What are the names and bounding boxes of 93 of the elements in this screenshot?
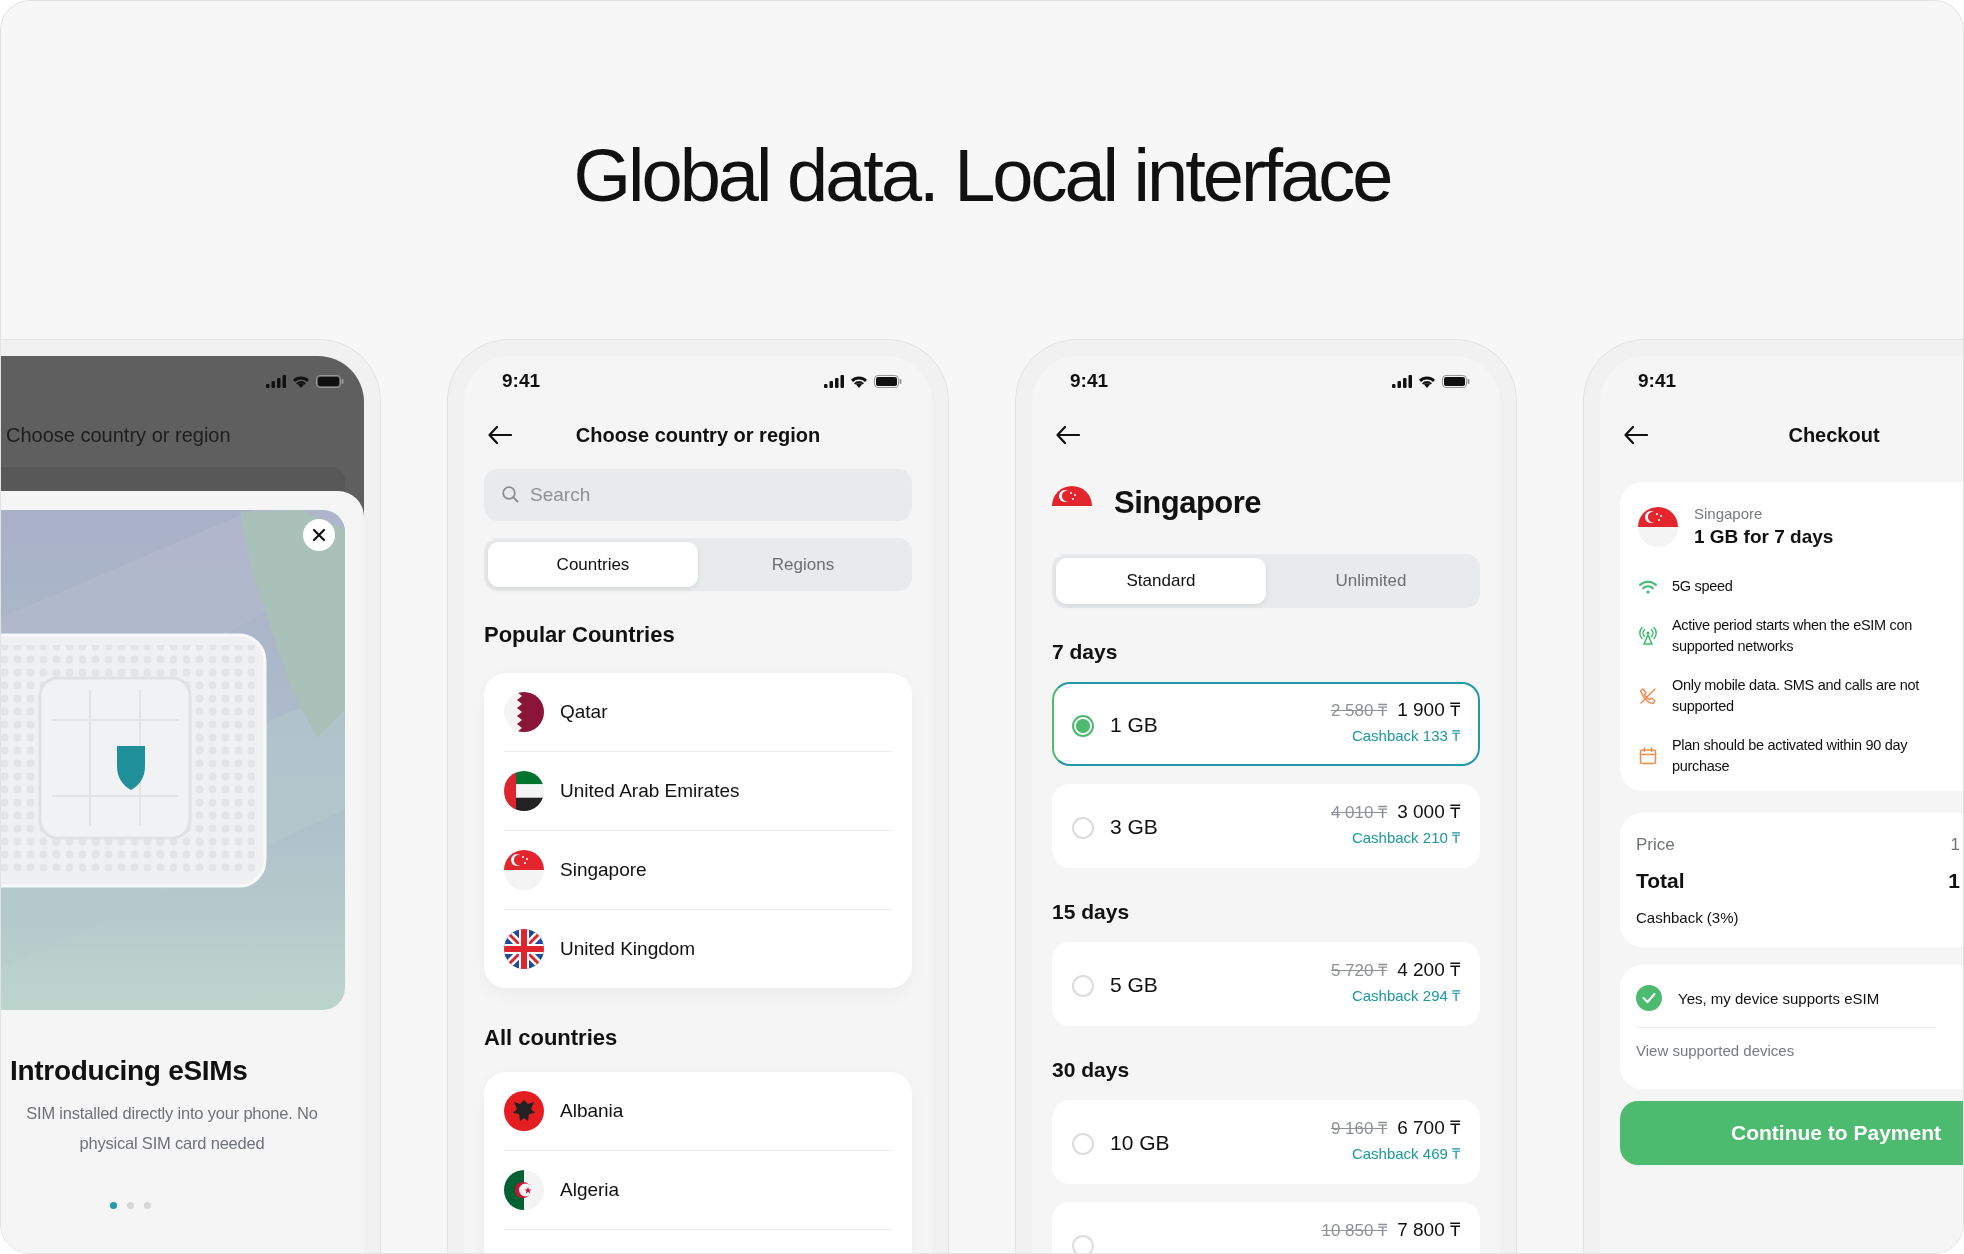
page-dot[interactable]	[143, 1202, 151, 1209]
country-item[interactable]: Singapore	[504, 831, 892, 910]
price: 1 900 ₸	[1397, 698, 1460, 722]
country-item[interactable]: United Kingdom	[504, 910, 892, 988]
cashback-label: Cashback (3%)	[1636, 908, 1740, 928]
feature-text: Only mobile data. SMS and calls are not supported	[1672, 676, 1919, 716]
section-heading: 15 days	[1052, 899, 1131, 925]
flag-icon	[504, 1091, 544, 1131]
signal-icon	[266, 374, 286, 388]
crossed-phone-icon	[1638, 687, 1658, 705]
flag-icon	[1052, 486, 1092, 506]
page-dot[interactable]	[126, 1202, 134, 1209]
feature-text: Active period starts when the eSIM con supported networks	[1672, 616, 1913, 656]
total-value: 1	[1948, 868, 1960, 894]
sheet-description: SIM installed directly into your phone. No physical SIM card needed	[25, 1103, 319, 1154]
plan-data: 5 GB	[1110, 973, 1158, 997]
flag-icon	[1638, 507, 1678, 547]
wifi-icon	[1418, 374, 1436, 388]
feature-text: 5G speed	[1672, 577, 1733, 596]
country-name: Singapore	[1694, 504, 1764, 524]
confirm-label: Yes, my device supports eSIM	[1678, 989, 1880, 1007]
headline: Global data. Local interface	[572, 133, 1392, 219]
flag-icon	[504, 1170, 544, 1210]
wifi-icon	[850, 374, 868, 388]
flag-icon	[504, 692, 544, 732]
cashback-text: Cashback 469 ₸	[1351, 1144, 1460, 1164]
screen-title: Choose country or region	[575, 423, 821, 447]
country-title: Singapore	[1114, 485, 1262, 521]
back-arrow-icon[interactable]	[1624, 426, 1648, 444]
plan-option[interactable]: 5 GB 5 720 ₸ 4 200 ₸ Cashback 294 ₸	[1052, 942, 1480, 1026]
price-label: Price	[1636, 834, 1675, 856]
price: 4 200 ₸	[1397, 958, 1460, 982]
screen-title: Checkout	[1788, 423, 1880, 447]
section-heading: 30 days	[1052, 1057, 1131, 1083]
plan-option[interactable]: 3 GB 4 010 ₸ 3 000 ₸ Cashback 210 ₸	[1052, 784, 1480, 868]
section-heading: 7 days	[1052, 639, 1119, 665]
country-item[interactable]: United Arab Emirates	[504, 752, 892, 831]
flag-icon	[504, 850, 544, 890]
price: 3 000 ₸	[1397, 800, 1460, 824]
status-time: 9:41	[1070, 370, 1109, 392]
page-dot[interactable]	[109, 1202, 117, 1209]
sheet-title: Introducing eSIMs	[9, 1054, 249, 1088]
cashback-text: Cashback 210 ₸	[1351, 828, 1460, 848]
section-heading: Popular Countries	[484, 621, 676, 649]
plan-data: 3 GB	[1110, 815, 1158, 839]
status-time: 9:41	[502, 370, 541, 392]
search-icon	[502, 486, 519, 503]
antenna-icon	[1638, 626, 1658, 646]
price-value: 1	[1950, 834, 1960, 856]
segment-tab[interactable]: Standard	[1056, 558, 1266, 604]
segment-tab[interactable]: Regions	[698, 542, 908, 587]
cashback-text: Cashback 133 ₸	[1351, 726, 1460, 746]
wifi-icon	[292, 374, 310, 388]
flag-icon	[504, 771, 544, 811]
plan-data: 10 GB	[1110, 1131, 1170, 1155]
close-icon	[312, 528, 326, 542]
country-item[interactable]: Albania	[504, 1072, 892, 1151]
cashback-text: Cashback 294 ₸	[1351, 986, 1460, 1006]
country-item[interactable]: Algeria	[504, 1151, 892, 1230]
battery-icon	[874, 374, 902, 388]
plan-option[interactable]: 10 GB 9 160 ₸ 6 700 ₸ Cashback 469 ₸	[1052, 1100, 1480, 1184]
section-heading: All countries	[484, 1024, 619, 1052]
status-time: 9:41	[1638, 370, 1677, 392]
price: 6 700 ₸	[1397, 1116, 1460, 1140]
feature-text: Plan should be activated within 90 day purchase	[1672, 736, 1908, 776]
wifi-icon	[1638, 579, 1658, 594]
price: 7 800 ₸	[1397, 1218, 1460, 1242]
plan-data: 1 GB	[1110, 713, 1158, 737]
old-price: 4 010 ₸	[1330, 802, 1388, 824]
signal-icon	[824, 374, 844, 388]
old-price: 2 580 ₸	[1330, 700, 1388, 722]
plan-option[interactable]: 10 850 ₸ 7 800 ₸	[1052, 1202, 1480, 1253]
battery-icon	[1442, 374, 1470, 388]
signal-icon	[1392, 374, 1412, 388]
calendar-icon	[1638, 747, 1658, 765]
plan-name: 1 GB for 7 days	[1694, 525, 1834, 549]
screen-title: Choose country or region	[5, 423, 232, 448]
flag-icon	[504, 929, 544, 969]
old-price: 5 720 ₸	[1330, 960, 1388, 982]
back-arrow-icon[interactable]	[488, 426, 512, 444]
supported-devices-link[interactable]: View supported devices	[1636, 1042, 1795, 1059]
radio-button[interactable]	[1072, 715, 1094, 737]
old-price: 9 160 ₸	[1330, 1118, 1388, 1140]
plan-option[interactable]: 1 GB 2 580 ₸ 1 900 ₸ Cashback 133 ₸	[1052, 682, 1480, 766]
back-arrow-icon[interactable]	[1056, 426, 1080, 444]
segment-tab[interactable]: Unlimited	[1266, 558, 1476, 604]
old-price: 10 850 ₸	[1321, 1220, 1388, 1242]
battery-icon	[316, 374, 344, 388]
check-icon[interactable]	[1636, 985, 1662, 1011]
country-item[interactable]: Qatar	[504, 673, 892, 752]
segment-tab[interactable]: Countries	[488, 542, 698, 587]
search-field[interactable]: Search	[484, 469, 912, 521]
total-label: Total	[1636, 868, 1685, 894]
